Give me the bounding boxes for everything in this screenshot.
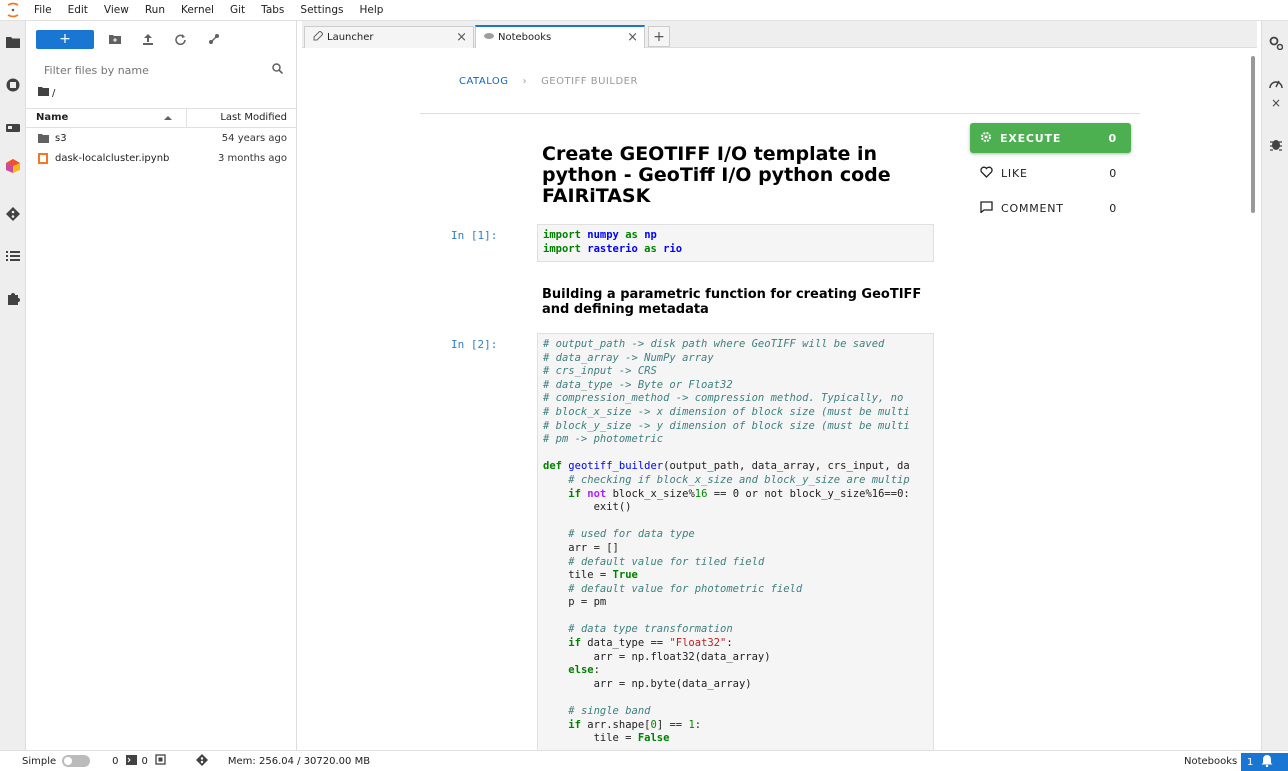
comment-label: COMMENT xyxy=(1001,201,1064,215)
simple-mode-toggle[interactable] xyxy=(62,755,91,767)
tab-label: Notebooks xyxy=(498,32,552,43)
chevron-right-icon: › xyxy=(522,76,528,87)
memory-usage: Mem: 256.04 / 30720.00 MB xyxy=(227,755,371,767)
execute-label: EXECUTE xyxy=(1000,131,1062,145)
catalog-link[interactable]: CATALOG xyxy=(459,76,509,87)
folder-icon[interactable] xyxy=(5,34,21,50)
menu-item-settings[interactable]: Settings xyxy=(292,0,351,21)
name-header-label: Name xyxy=(36,112,69,123)
menu-item-kernel[interactable]: Kernel xyxy=(173,0,222,21)
breadcrumb-current: GEOTIFF BUILDER xyxy=(541,76,638,87)
current-activity-label: Notebooks xyxy=(1184,755,1238,767)
like-button[interactable]: LIKE 0 xyxy=(970,158,1131,188)
file-list-header: Name Last Modified xyxy=(26,108,297,128)
markdown-heading: Building a parametric function for creat… xyxy=(542,287,922,317)
extension-cube-icon[interactable] xyxy=(5,158,21,174)
folder-icon[interactable] xyxy=(38,87,49,99)
cell-prompt: In [2]: xyxy=(451,338,498,351)
menu-item-run[interactable]: Run xyxy=(137,0,173,21)
notebook-icon xyxy=(38,152,50,164)
bell-icon xyxy=(1261,754,1273,770)
file-name: dask-localcluster.ipynb xyxy=(55,152,170,164)
upload-icon[interactable] xyxy=(131,33,164,45)
filter-files-input[interactable] xyxy=(36,63,261,77)
kernel-icon xyxy=(155,754,166,768)
tab-notebooks[interactable]: Notebooks × xyxy=(475,25,645,48)
last-modified-column-header[interactable]: Last Modified xyxy=(187,109,297,127)
close-icon[interactable]: × xyxy=(456,30,467,45)
menu-item-tabs[interactable]: Tabs xyxy=(253,0,292,21)
execute-button[interactable]: EXECUTE 0 xyxy=(970,123,1131,153)
menu-item-help[interactable]: Help xyxy=(351,0,391,21)
like-label: LIKE xyxy=(1001,166,1028,180)
puzzle-extension-icon[interactable] xyxy=(5,290,21,306)
menu-item-view[interactable]: View xyxy=(96,0,137,21)
status-bar: Simple 0 0 Mem: 256.04 / 30720.00 MB Not… xyxy=(0,750,1288,771)
menu-bar: File Edit View Run Kernel Git Tabs Settings Help xyxy=(0,0,1288,21)
jupyter-logo-icon xyxy=(0,0,26,21)
gear-icon xyxy=(980,131,992,146)
page-title: Create GEOTIFF I/O template in python - … xyxy=(542,143,891,207)
tab-launcher[interactable]: Launcher × xyxy=(304,26,474,48)
tab-label: Launcher xyxy=(327,32,374,43)
file-name: s3 xyxy=(55,132,67,144)
git-clone-icon[interactable] xyxy=(197,33,230,45)
terminal-icon xyxy=(125,754,137,768)
scrollbar[interactable] xyxy=(1251,56,1255,213)
running-icon[interactable] xyxy=(5,77,21,93)
git-branch-icon[interactable] xyxy=(195,753,208,769)
terminal-count[interactable]: 0 xyxy=(142,756,148,767)
catalog-breadcrumb: CATALOG › GEOTIFF BUILDER xyxy=(459,76,638,87)
close-icon[interactable]: × xyxy=(627,30,638,45)
like-count: 0 xyxy=(1109,166,1117,180)
file-modified: 54 years ago xyxy=(221,132,287,144)
debugger-icon[interactable] xyxy=(1269,137,1283,154)
new-folder-icon[interactable] xyxy=(98,34,131,44)
menu-item-edit[interactable]: Edit xyxy=(60,0,96,21)
new-launcher-button[interactable]: + xyxy=(36,29,94,49)
name-column-header[interactable]: Name xyxy=(26,109,187,127)
toc-icon[interactable] xyxy=(5,248,21,264)
launcher-icon xyxy=(313,30,324,44)
file-modified: 3 months ago xyxy=(218,152,287,164)
divider xyxy=(420,113,1140,114)
folder-icon xyxy=(38,133,50,143)
property-inspector-icon[interactable] xyxy=(1269,36,1284,53)
left-activity-bar xyxy=(0,21,26,750)
breadcrumb[interactable]: / xyxy=(38,87,55,99)
comment-icon xyxy=(980,200,993,216)
heart-icon xyxy=(980,166,993,181)
file-filter xyxy=(36,59,288,81)
menu-item-git[interactable]: Git xyxy=(222,0,253,21)
code-cell-1[interactable]: import numpy as np import rasterio as ri… xyxy=(537,224,934,262)
refresh-icon[interactable] xyxy=(164,33,197,45)
main-tab-bar: Launcher × Notebooks × + xyxy=(302,21,1257,48)
file-browser: + / Name Last Modified s3 54 years ago das… xyxy=(26,21,297,750)
git-icon[interactable] xyxy=(5,206,21,222)
search-icon xyxy=(272,63,284,77)
close-icon[interactable]: × xyxy=(1271,96,1281,110)
code-cell-2[interactable]: # output_path -> disk path where GeoTIFF… xyxy=(537,333,934,750)
notification-badge[interactable]: 1 xyxy=(1241,753,1288,771)
notification-count: 1 xyxy=(1247,756,1254,768)
kernel-count[interactable]: 0 xyxy=(112,756,118,767)
breadcrumb-path[interactable]: / xyxy=(52,88,55,99)
comment-button[interactable]: COMMENT 0 xyxy=(970,193,1131,223)
notebook-catalog-view: CATALOG › GEOTIFF BUILDER Create GEOTIFF… xyxy=(303,48,1257,750)
cell-prompt: In [1]: xyxy=(451,229,498,242)
file-row[interactable]: s3 54 years ago xyxy=(26,128,297,148)
execute-count: 0 xyxy=(1108,131,1117,145)
comment-count: 0 xyxy=(1109,201,1117,215)
resource-usage-icon[interactable] xyxy=(1269,77,1283,92)
menu-item-file[interactable]: File xyxy=(26,0,60,21)
dask-icon[interactable] xyxy=(5,120,21,136)
add-tab-button[interactable]: + xyxy=(648,26,670,47)
file-row[interactable]: dask-localcluster.ipynb 3 months ago xyxy=(26,148,297,168)
simple-mode-label: Simple xyxy=(22,755,57,767)
notebooks-icon xyxy=(484,32,494,43)
right-activity-bar: × xyxy=(1261,21,1288,750)
